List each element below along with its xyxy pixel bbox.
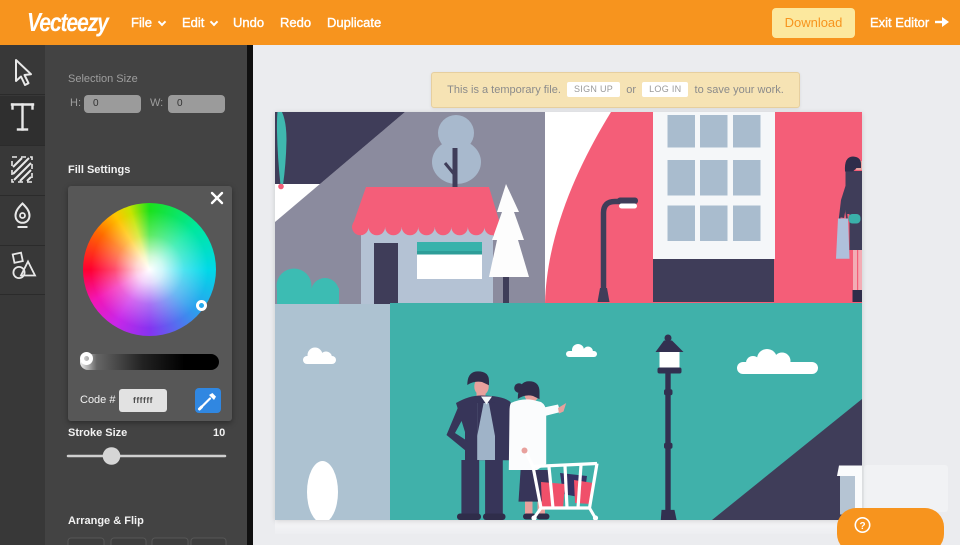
svg-text:?: ? (859, 521, 865, 532)
